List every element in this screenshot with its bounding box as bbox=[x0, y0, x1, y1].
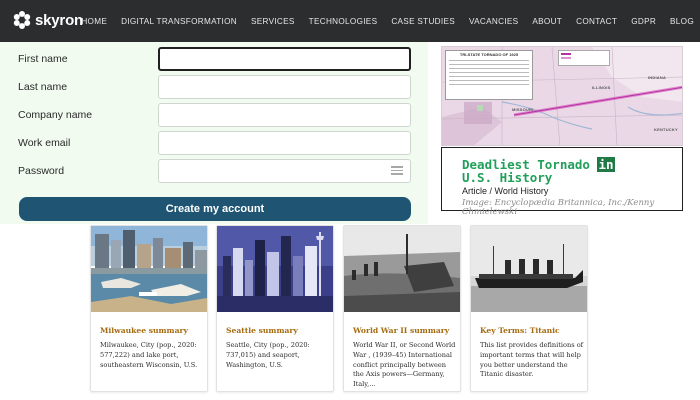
company-name-label: Company name bbox=[18, 109, 93, 121]
nav-item-about[interactable]: ABOUT bbox=[532, 17, 562, 26]
nav-item-services[interactable]: SERVICES bbox=[251, 17, 295, 26]
card-title[interactable]: Milwaukee summary bbox=[100, 326, 204, 335]
company-name-field[interactable] bbox=[158, 103, 411, 127]
card-title[interactable]: World War II summary bbox=[353, 326, 457, 335]
world-war-ii-image bbox=[344, 226, 460, 312]
map-inset-title: TRI-STATE TORNADO OF 1925 bbox=[459, 52, 519, 57]
ad-title-part-2: U.S. History bbox=[462, 170, 553, 185]
first-name-label: First name bbox=[18, 53, 68, 65]
create-account-button[interactable]: Create my account bbox=[19, 197, 411, 221]
map-label-missouri: MISSOURI bbox=[512, 107, 534, 112]
password-manager-icon[interactable] bbox=[391, 166, 403, 176]
milwaukee-image bbox=[91, 226, 207, 312]
map-label-kentucky: KENTUCKY bbox=[654, 127, 678, 132]
ad-title-highlight: in bbox=[597, 157, 615, 172]
ad-image-credit: Image: Encyclopædia Britannica, Inc./Ken… bbox=[462, 198, 655, 217]
map-legend bbox=[558, 50, 610, 66]
card-description: World War II, or Second World War , (193… bbox=[353, 341, 456, 389]
signup-form: First name Last name Company name Work e… bbox=[0, 42, 428, 224]
nav-item-home[interactable]: HOME bbox=[81, 17, 107, 26]
first-name-row: First name bbox=[0, 47, 428, 71]
work-email-row: Work email bbox=[0, 131, 428, 155]
article-card-titanic[interactable]: Key Terms: Titanic This list provides de… bbox=[470, 225, 588, 392]
nav-item-digital-transformation[interactable]: DIGITAL TRANSFORMATION bbox=[121, 17, 237, 26]
last-name-row: Last name bbox=[0, 75, 428, 99]
card-description: This list provides definitions of import… bbox=[480, 341, 584, 379]
ad-text-panel: Deadliest Tornado in U.S. History Article… bbox=[441, 147, 683, 216]
card-description: Seattle, City (pop., 2020: 737,015) and … bbox=[226, 341, 310, 369]
last-name-field[interactable] bbox=[158, 75, 411, 99]
article-card-seattle[interactable]: Seattle summary Seattle, City (pop., 202… bbox=[216, 225, 334, 392]
last-name-label: Last name bbox=[18, 81, 68, 93]
ad-subtitle: Article / World History bbox=[462, 186, 549, 196]
card-title[interactable]: Key Terms: Titanic bbox=[480, 326, 584, 335]
nav-item-blog[interactable]: BLOG bbox=[670, 17, 694, 26]
nav-item-vacancies[interactable]: VACANCIES bbox=[469, 17, 518, 26]
password-field[interactable] bbox=[158, 159, 411, 183]
titanic-image bbox=[471, 226, 587, 312]
map-inset-table: TRI-STATE TORNADO OF 1925 bbox=[445, 50, 533, 100]
map-label-illinois: ILLINOIS bbox=[592, 85, 611, 90]
nav-item-technologies[interactable]: TECHNOLOGIES bbox=[309, 17, 378, 26]
password-label: Password bbox=[18, 165, 65, 177]
card-description: Milwaukee, City (pop., 2020: 577,222) an… bbox=[100, 341, 198, 369]
work-email-label: Work email bbox=[18, 137, 71, 149]
ad-title: Deadliest Tornado in U.S. History bbox=[462, 157, 672, 185]
nav-item-contact[interactable]: CONTACT bbox=[576, 17, 617, 26]
first-name-field[interactable] bbox=[158, 47, 411, 71]
nav-item-gdpr[interactable]: GDPR bbox=[631, 17, 656, 26]
seattle-image bbox=[217, 226, 333, 312]
top-navigation-bar: skyron HOME DIGITAL TRANSFORMATION SERVI… bbox=[0, 0, 700, 42]
company-name-row: Company name bbox=[0, 103, 428, 127]
nav-item-case-studies[interactable]: CASE STUDIES bbox=[391, 17, 455, 26]
card-title[interactable]: Seattle summary bbox=[226, 326, 330, 335]
tornado-ad[interactable]: TRI-STATE TORNADO OF 1925 MISSOURI ILLIN… bbox=[441, 46, 683, 216]
work-email-field[interactable] bbox=[158, 131, 411, 155]
article-card-world-war-ii[interactable]: World War II summary World War II, or Se… bbox=[343, 225, 461, 392]
password-row: Password bbox=[0, 159, 428, 183]
skyron-logo-icon bbox=[13, 11, 31, 29]
main-nav: HOME DIGITAL TRANSFORMATION SERVICES TEC… bbox=[67, 0, 694, 42]
map-label-indiana: INDIANA bbox=[648, 75, 667, 80]
tornado-map-image: TRI-STATE TORNADO OF 1925 MISSOURI ILLIN… bbox=[441, 46, 683, 146]
article-card-milwaukee[interactable]: Milwaukee summary Milwaukee, City (pop.,… bbox=[90, 225, 208, 392]
